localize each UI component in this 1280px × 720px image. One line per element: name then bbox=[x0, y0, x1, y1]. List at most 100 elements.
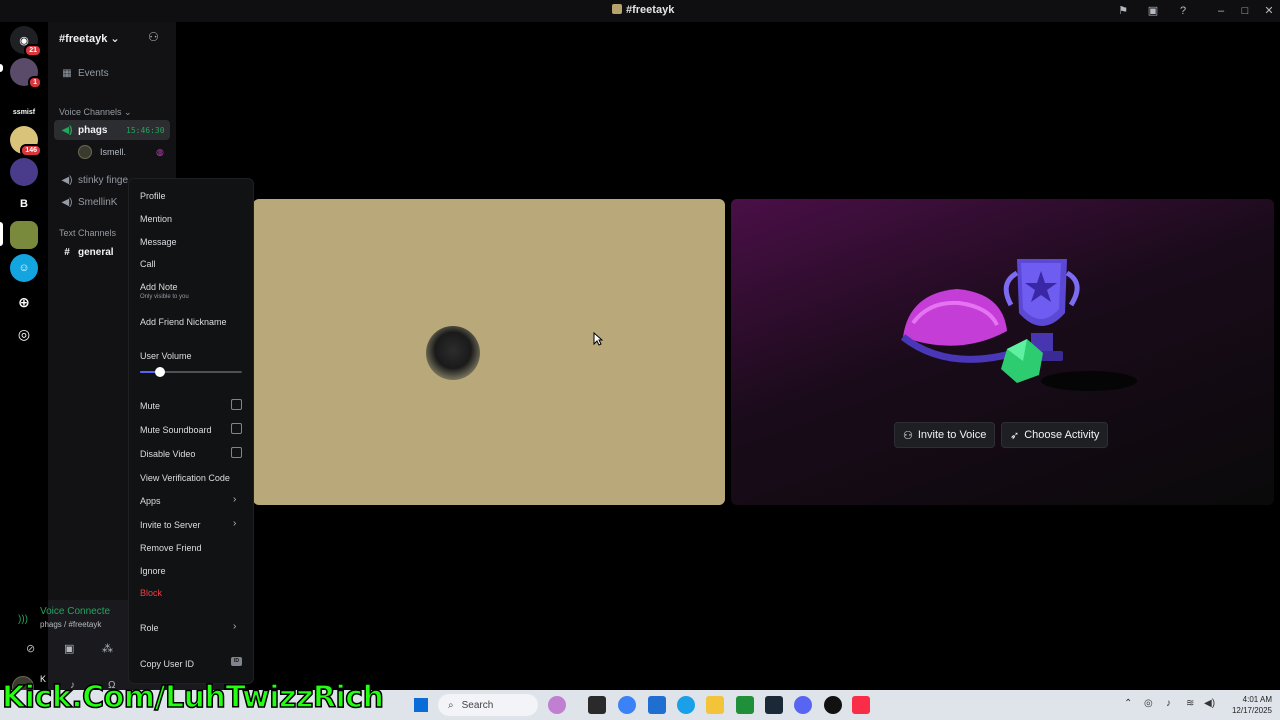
server-freetayk[interactable] bbox=[10, 221, 38, 249]
avatar bbox=[78, 145, 92, 159]
menu-item-mute-soundboard[interactable]: Mute Soundboard bbox=[140, 425, 212, 435]
file-explorer-icon[interactable] bbox=[706, 696, 724, 714]
text-category[interactable]: Text Channels bbox=[59, 228, 116, 238]
events-row[interactable]: ▦ Events bbox=[54, 63, 170, 83]
camera-off-icon[interactable]: ⊘ bbox=[26, 642, 35, 655]
wifi-icon[interactable]: ≋ bbox=[1186, 698, 1194, 709]
menu-item-profile[interactable]: Profile bbox=[140, 191, 166, 201]
hash-icon: # bbox=[64, 246, 70, 258]
widgets-icon[interactable] bbox=[548, 696, 566, 714]
discord-icon[interactable] bbox=[794, 696, 812, 714]
video-tile-user[interactable] bbox=[253, 199, 725, 505]
menu-item-apps[interactable]: Apps bbox=[140, 496, 161, 506]
window-title: #freetayk bbox=[612, 4, 674, 16]
add-server-icon[interactable]: ⊕ bbox=[10, 288, 38, 316]
user-volume-label: User Volume bbox=[140, 351, 192, 361]
close-button[interactable]: ✕ bbox=[1262, 4, 1276, 18]
guild-name-text: #freetayk bbox=[59, 33, 108, 45]
menu-item-mute[interactable]: Mute bbox=[140, 401, 160, 411]
menu-item-remove-friend[interactable]: Remove Friend bbox=[140, 543, 202, 553]
call-timer: 15:46:30 bbox=[126, 125, 165, 135]
window-titlebar: #freetayk ⚑ ▣ ? – □ ✕ bbox=[0, 0, 1280, 22]
menu-item-ignore[interactable]: Ignore bbox=[140, 566, 166, 576]
menu-item-view-verification-code[interactable]: View Verification Code bbox=[140, 473, 230, 483]
volume-knob[interactable] bbox=[155, 367, 166, 377]
music-icon[interactable] bbox=[852, 696, 870, 714]
window-title-text: #freetayk bbox=[626, 4, 675, 16]
guild-name: #freetayk ⌄ bbox=[59, 32, 120, 45]
chevron-right-icon: › bbox=[233, 494, 237, 505]
add-note-hint: Only visible to you bbox=[140, 294, 189, 300]
voice-channel-phags[interactable]: ◀) phags 15:46:30 bbox=[54, 120, 170, 140]
chevron-right-icon: › bbox=[233, 621, 237, 632]
menu-item-role[interactable]: Role bbox=[140, 623, 159, 633]
unread-pill bbox=[0, 64, 3, 72]
guild-header[interactable]: #freetayk ⌄ ⚇ bbox=[48, 22, 176, 54]
tray-app-icon[interactable]: ◎ bbox=[1144, 698, 1153, 709]
taskbar-search[interactable]: ⌕ Search bbox=[438, 694, 538, 716]
server-ssmisf[interactable]: ssmisf bbox=[10, 98, 38, 126]
store-icon[interactable] bbox=[648, 696, 666, 714]
menu-item-message[interactable]: Message bbox=[140, 237, 177, 247]
server-icon-1[interactable]: 146 bbox=[10, 126, 42, 157]
server-badge: 146 bbox=[20, 144, 42, 157]
voice-status[interactable]: Voice Connecte bbox=[40, 606, 110, 617]
menu-item-disable-video[interactable]: Disable Video bbox=[140, 449, 195, 459]
server-icon-3[interactable]: ☺ bbox=[10, 254, 38, 282]
activities-icon[interactable]: ⁂ bbox=[102, 642, 113, 655]
menu-item-add-note[interactable]: Add Note bbox=[140, 282, 178, 292]
mute-checkbox[interactable] bbox=[231, 399, 242, 410]
tray-mic-icon[interactable]: ♪ bbox=[1166, 698, 1171, 709]
dm-badge: 21 bbox=[24, 44, 42, 57]
stream-overlay-text: Kick.Com/LuhTwizzRich bbox=[1, 679, 384, 716]
voice-location[interactable]: phags / #freetayk bbox=[40, 620, 101, 629]
invite-to-voice-button[interactable]: ⚇ Invite to Voice bbox=[894, 422, 996, 448]
discover-icon[interactable]: ◎ bbox=[10, 320, 38, 348]
mouse-cursor-icon bbox=[593, 332, 603, 346]
menu-item-invite-to-server[interactable]: Invite to Server bbox=[140, 520, 201, 530]
screen-share-icon[interactable]: ▣ bbox=[64, 642, 74, 655]
menu-item-mention[interactable]: Mention bbox=[140, 214, 172, 224]
tray-overflow-icon[interactable]: ⌃ bbox=[1124, 698, 1132, 709]
server-letter: B bbox=[20, 198, 28, 210]
voice-category-label: Voice Channels bbox=[59, 107, 122, 117]
rocket-icon: ➶ bbox=[1010, 429, 1020, 442]
windows-start-icon[interactable] bbox=[414, 698, 428, 712]
server-icon-2[interactable] bbox=[10, 158, 38, 186]
steam-icon[interactable] bbox=[765, 696, 783, 714]
choose-activity-button[interactable]: ➶ Choose Activity bbox=[1001, 422, 1109, 448]
invite-icon[interactable]: ⚇ bbox=[148, 30, 159, 44]
volume-icon[interactable]: ◀) bbox=[1204, 698, 1215, 709]
direct-messages-button[interactable]: ◉ 21 bbox=[10, 26, 42, 57]
copilot-icon[interactable] bbox=[618, 696, 636, 714]
channel-name: SmellinK bbox=[78, 196, 118, 208]
disable-video-checkbox[interactable] bbox=[231, 447, 242, 458]
streaming-icon: ◍ bbox=[156, 146, 164, 157]
xbox-icon[interactable] bbox=[736, 696, 754, 714]
voice-user-name: Ismell. bbox=[100, 147, 127, 157]
edge-icon[interactable] bbox=[677, 696, 695, 714]
maximize-button[interactable]: □ bbox=[1238, 4, 1252, 18]
task-view-icon[interactable] bbox=[588, 696, 606, 714]
obs-icon[interactable] bbox=[824, 696, 842, 714]
taskbar-clock[interactable]: 4:01 AM 12/17/2025 bbox=[1222, 694, 1272, 716]
trophy-illustration bbox=[900, 259, 1137, 391]
menu-item-block[interactable]: Block bbox=[140, 588, 162, 598]
minimize-button[interactable]: – bbox=[1214, 4, 1228, 18]
menu-item-copy-user-id[interactable]: Copy User ID bbox=[140, 659, 194, 669]
user-volume-slider[interactable] bbox=[140, 367, 242, 377]
choose-label: Choose Activity bbox=[1024, 429, 1100, 441]
server-b[interactable]: B bbox=[10, 190, 38, 218]
inbox-icon[interactable]: ⚑ bbox=[1116, 4, 1130, 18]
help-icon[interactable]: ? bbox=[1176, 4, 1190, 18]
channel-name: stinky finge bbox=[78, 174, 129, 186]
speaker-icon: ◀) bbox=[61, 124, 73, 136]
search-icon: ⌕ bbox=[448, 699, 454, 711]
menu-item-call[interactable]: Call bbox=[140, 259, 156, 269]
menu-item-add-friend-nickname[interactable]: Add Friend Nickname bbox=[140, 317, 227, 327]
mute-soundboard-checkbox[interactable] bbox=[231, 423, 242, 434]
dm-avatar[interactable]: 1 bbox=[10, 58, 42, 89]
voice-category[interactable]: Voice Channels ⌄ bbox=[59, 107, 132, 118]
voice-user[interactable]: Ismell. ◍ bbox=[78, 145, 164, 159]
screen-share-icon[interactable]: ▣ bbox=[1146, 4, 1160, 18]
